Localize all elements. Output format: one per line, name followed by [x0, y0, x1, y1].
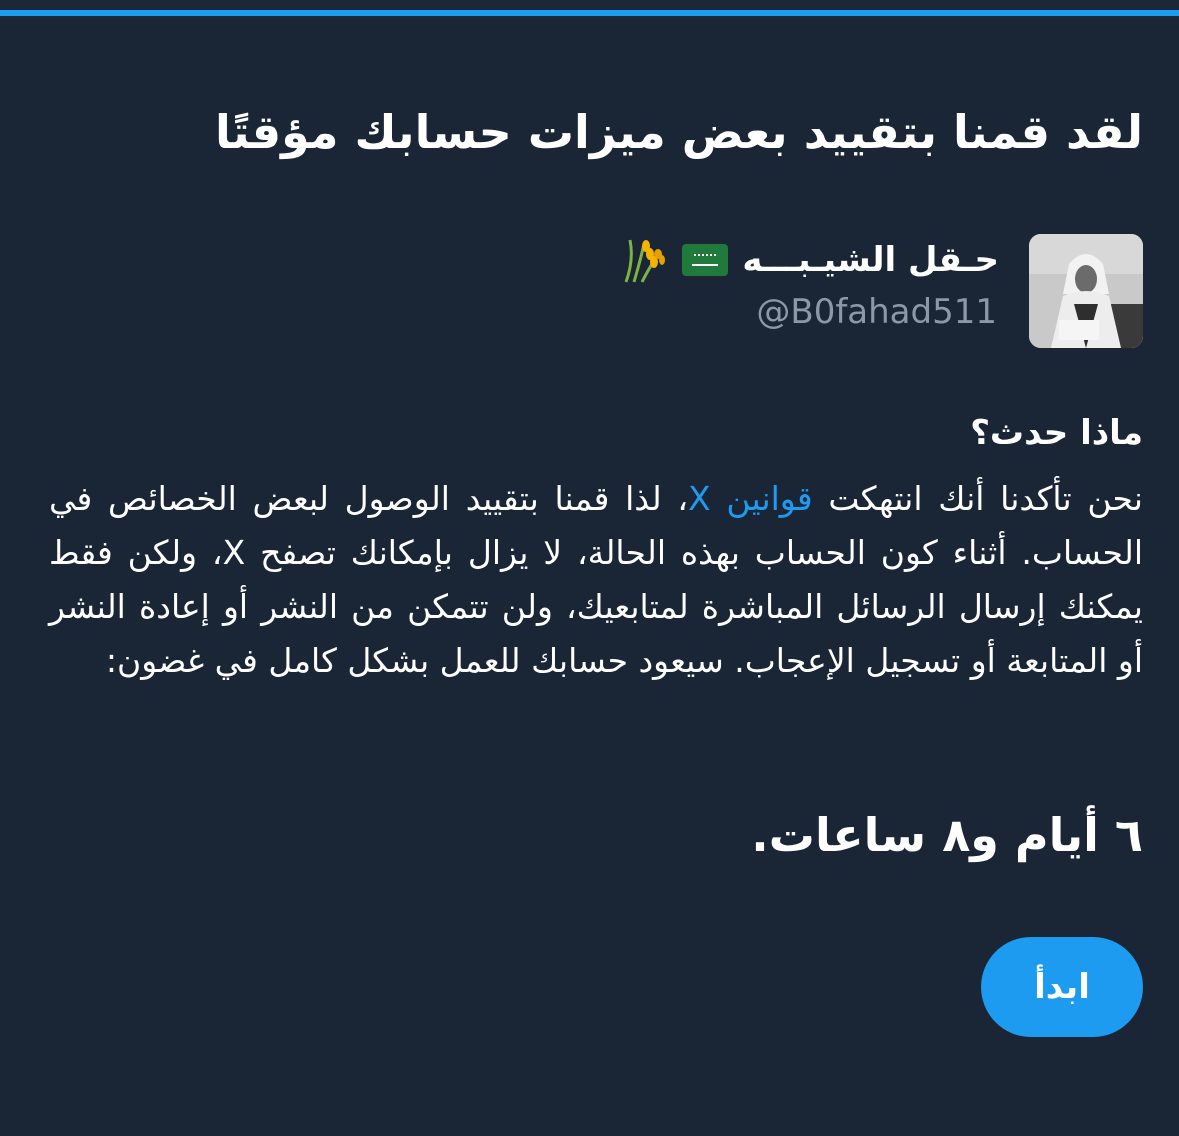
user-name-row: حـقل الشيـبـــه — [620, 236, 999, 284]
rules-link[interactable]: قوانين X — [688, 479, 813, 518]
restriction-duration: ٦ أيام و٨ ساعات. — [751, 808, 1143, 862]
user-handle: @B0fahad511 — [756, 292, 997, 332]
page-title: لقد قمنا بتقييد بعض ميزات حسابك مؤقتًا — [214, 105, 1143, 159]
avatar-image — [1029, 234, 1143, 348]
user-name: حـقل الشيـبـــه — [742, 240, 999, 280]
saudi-flag-icon — [682, 244, 729, 276]
restriction-notice: لقد قمنا بتقييد بعض ميزات حسابك مؤقتًا ح… — [0, 0, 1179, 1136]
avatar — [1029, 234, 1143, 348]
body-text-part1: نحن تأكدنا أنك انتهكت — [812, 479, 1143, 518]
start-button[interactable]: ابدأ — [981, 937, 1143, 1037]
section-body: نحن تأكدنا أنك انتهكت قوانين X، لذا قمنا… — [49, 472, 1143, 688]
section-heading: ماذا حدث؟ — [970, 413, 1143, 453]
rice-icon — [620, 236, 668, 284]
